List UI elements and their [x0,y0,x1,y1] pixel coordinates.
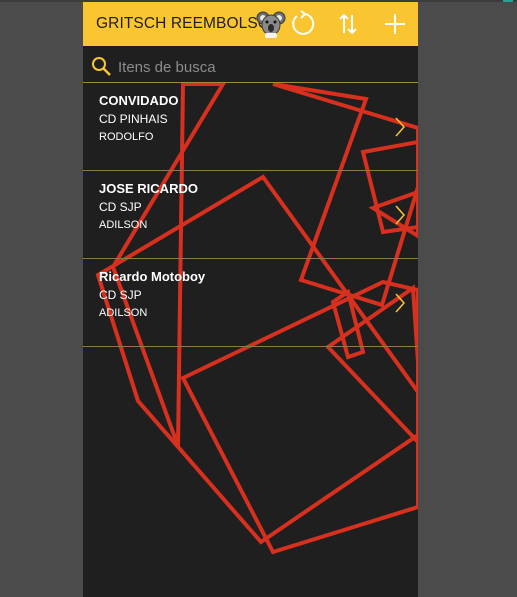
chevron-right-icon[interactable] [394,204,406,226]
item-name: JOSE RICARDO [99,181,198,196]
search-input[interactable] [118,55,408,79]
item-location: CD SJP [99,288,142,302]
item-location: CD SJP [99,200,142,214]
search-bar [83,52,418,83]
add-icon[interactable] [380,9,410,39]
app-header: GRITSCH REEMBOLSO [83,2,418,46]
app-screen: GRITSCH REEMBOLSO Itens de busca CONVIDA… [83,2,418,597]
search-icon [92,57,111,76]
chevron-right-icon[interactable] [394,116,406,138]
chevron-right-icon[interactable] [394,292,406,314]
refresh-icon[interactable] [288,9,318,39]
window-corner-indicator [503,0,513,2]
item-person: ADILSON [99,219,148,231]
item-person: RODOLFO [99,131,154,143]
sort-icon[interactable] [333,9,363,39]
item-location: CD PINHAIS [99,112,168,126]
contact-list: CONVIDADO CD PINHAIS RODOLFO JOSE RICARD… [83,83,418,347]
item-name: CONVIDADO [99,93,179,108]
app-title: GRITSCH REEMBOLSO [96,15,270,32]
list-item[interactable]: CONVIDADO CD PINHAIS RODOLFO [83,83,418,171]
item-person: ADILSON [99,307,148,319]
list-item[interactable]: Ricardo Motoboy CD SJP ADILSON [83,259,418,347]
list-item[interactable]: JOSE RICARDO CD SJP ADILSON [83,171,418,259]
item-name: Ricardo Motoboy [99,269,206,284]
koala-avatar-icon[interactable] [256,9,286,39]
